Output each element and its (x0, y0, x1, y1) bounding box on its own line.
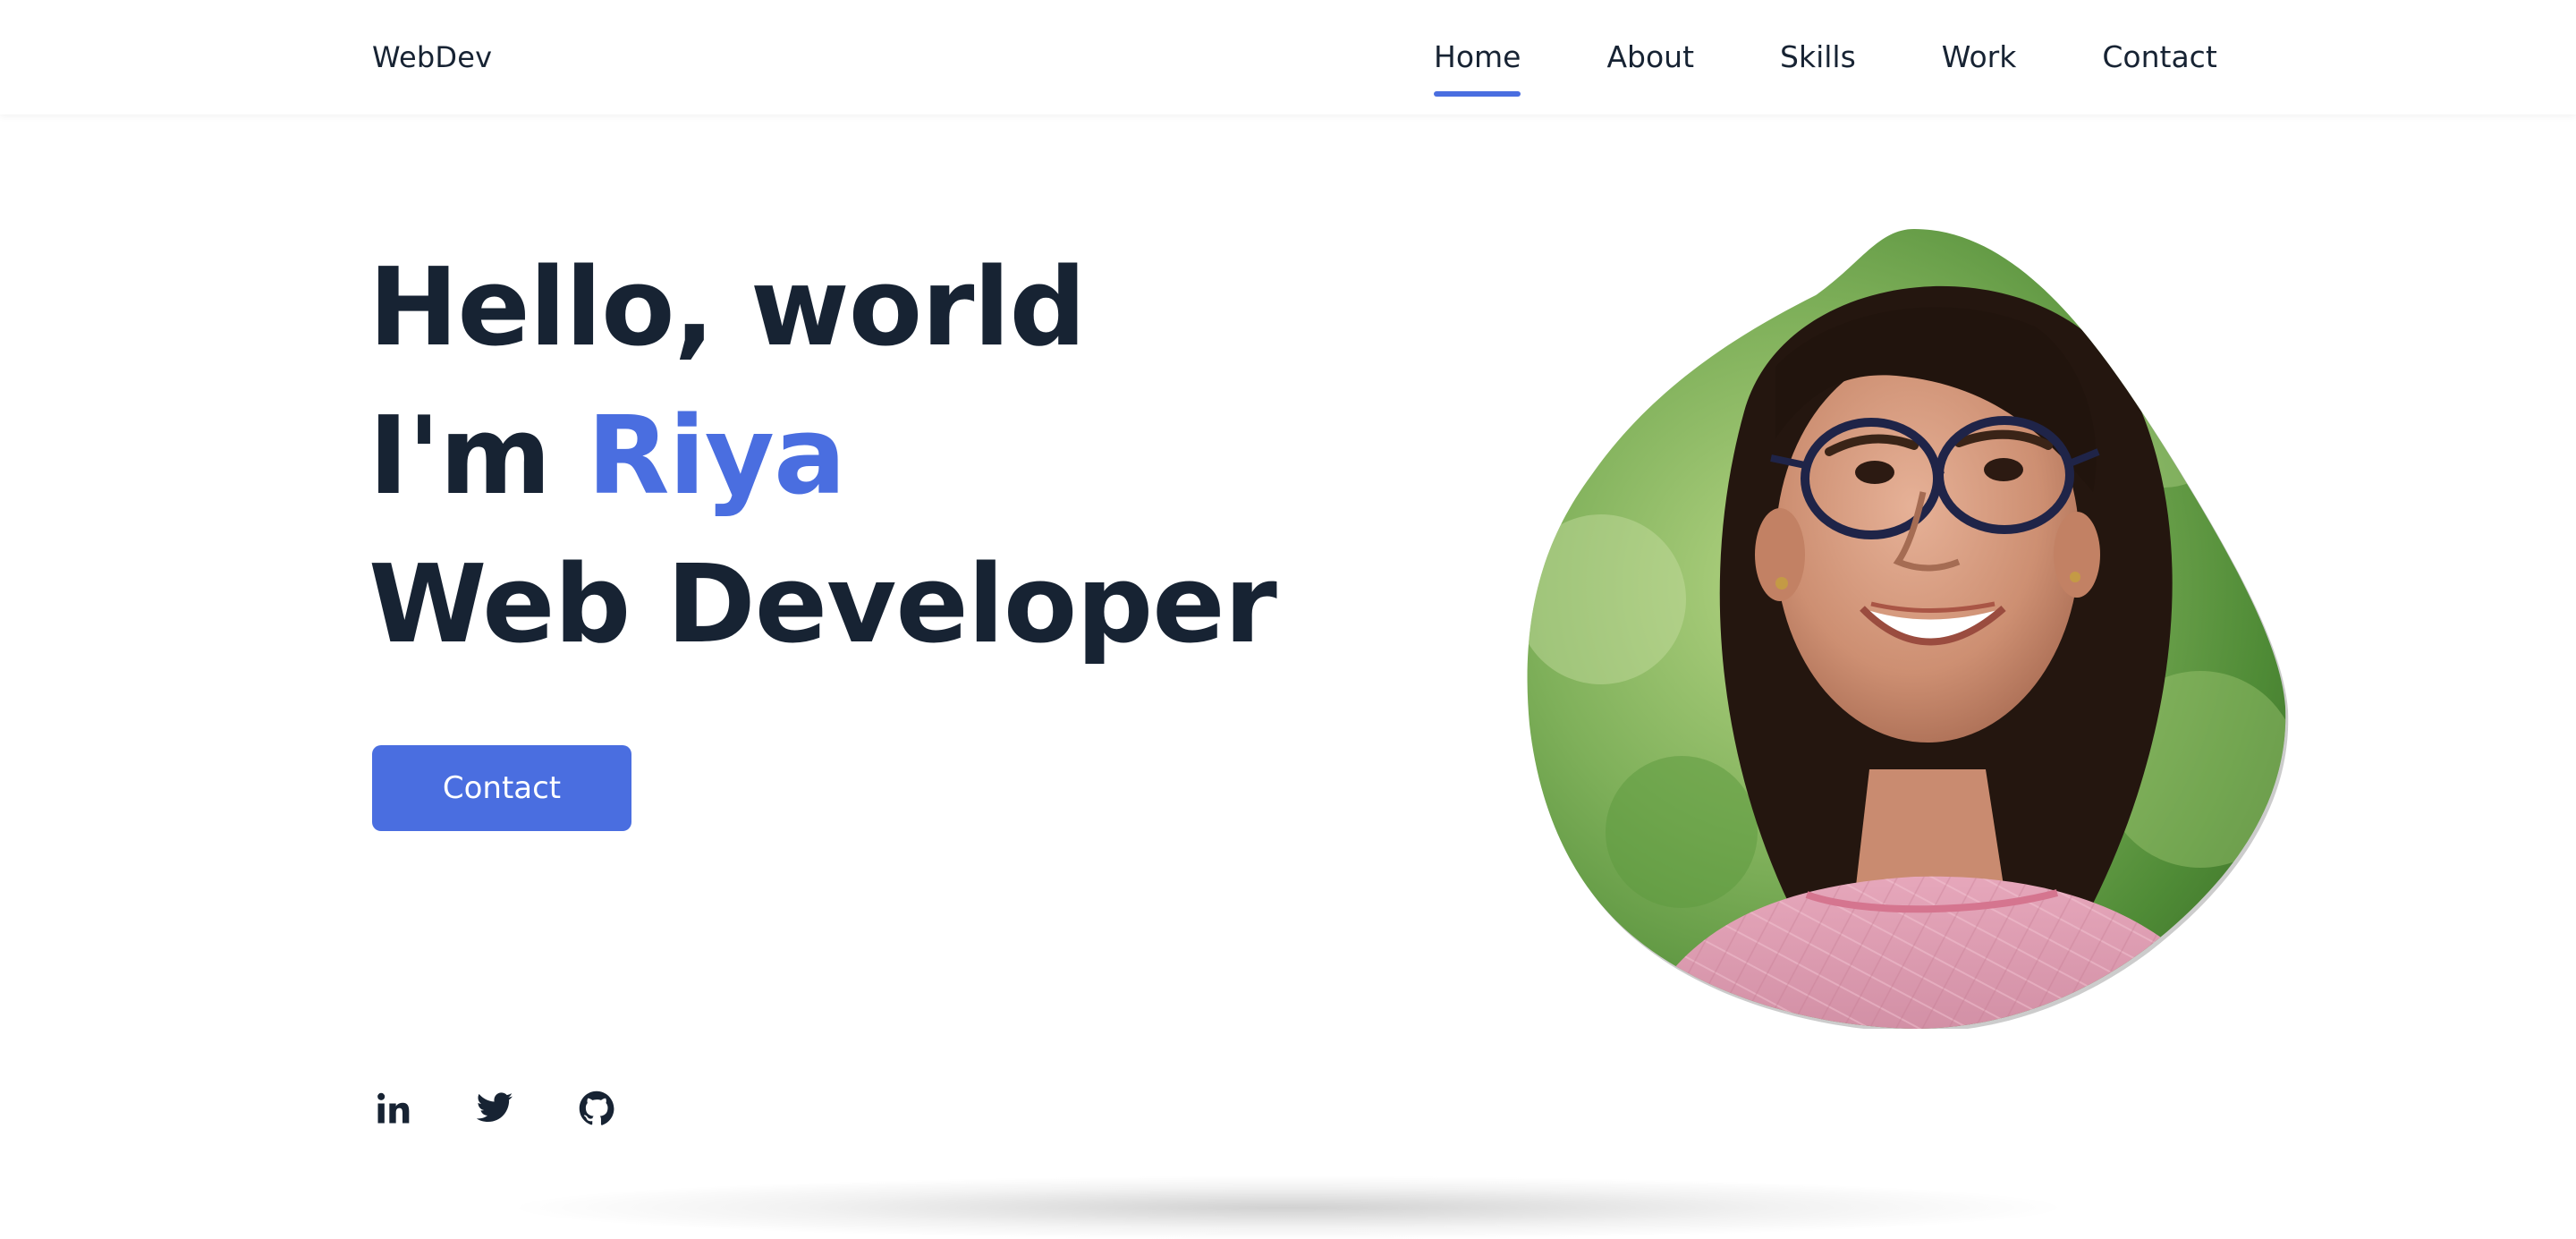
linkedin-icon (373, 1089, 412, 1128)
hero-title: Hello, world I'm Riya Web Developer (369, 234, 1277, 680)
nav-work[interactable]: Work (1942, 36, 2017, 79)
section-shadow (519, 1176, 2057, 1239)
twitter-link[interactable] (474, 1088, 515, 1129)
linkedin-link[interactable] (372, 1088, 413, 1129)
hero-intro: I'm Riya (369, 383, 1276, 531)
hero-greeting: Hello, world (369, 246, 1086, 370)
social-links (372, 1088, 617, 1129)
profile-photo (1521, 224, 2308, 1029)
nav-about[interactable]: About (1606, 36, 1694, 79)
site-header: WebDev Home About Skills Work Contact (0, 0, 2576, 115)
github-link[interactable] (576, 1088, 617, 1129)
logo[interactable]: WebDev (372, 36, 492, 79)
hero-name: Riya (587, 395, 846, 519)
nav-contact[interactable]: Contact (2102, 36, 2216, 79)
main-nav: Home About Skills Work Contact (1434, 36, 2217, 97)
twitter-icon (475, 1089, 514, 1128)
contact-button[interactable]: Contact (372, 745, 631, 831)
github-icon (577, 1089, 616, 1128)
nav-skills[interactable]: Skills (1780, 36, 1856, 79)
hero-role: Web Developer (369, 543, 1277, 667)
hero-intro-prefix: I'm (369, 395, 588, 519)
nav-home[interactable]: Home (1434, 36, 1521, 97)
